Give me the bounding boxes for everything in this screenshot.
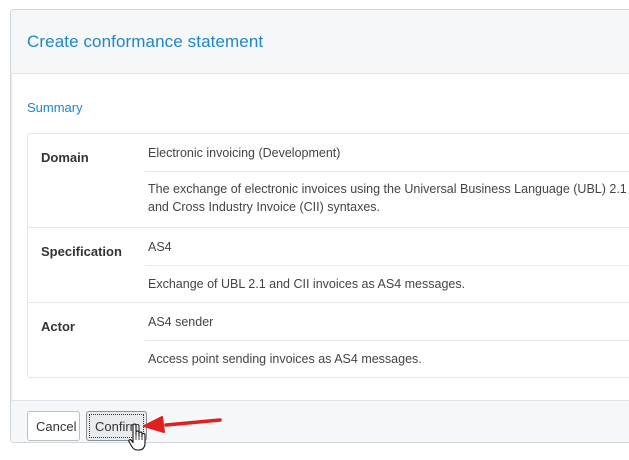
summary-table: Domain Electronic invoicing (Development… — [27, 133, 629, 378]
summary-row-specification: Specification AS4 Exchange of UBL 2.1 an… — [28, 227, 629, 302]
row-values-specification: AS4 Exchange of UBL 2.1 and CII invoices… — [145, 228, 629, 302]
row-values-actor: AS4 sender Access point sending invoices… — [145, 303, 629, 377]
panel-body: Summary Domain Electronic invoicing (Dev… — [11, 100, 629, 378]
summary-row-actor: Actor AS4 sender Access point sending in… — [28, 302, 629, 377]
row-label-actor: Actor — [41, 319, 75, 334]
domain-name: Electronic invoicing (Development) — [148, 145, 341, 160]
panel-title: Create conformance statement — [27, 31, 264, 51]
actor-description: Access point sending invoices as AS4 mes… — [145, 340, 629, 377]
actor-name: AS4 sender — [148, 314, 214, 329]
summary-row-domain: Domain Electronic invoicing (Development… — [28, 134, 629, 227]
row-label-domain: Domain — [41, 150, 89, 165]
specification-description: Exchange of UBL 2.1 and CII invoices as … — [145, 265, 629, 302]
summary-heading: Summary — [27, 100, 83, 115]
panel-footer: Cancel Confirm — [11, 400, 629, 442]
screenshot-frame: Create conformance statement Summary Dom… — [0, 0, 629, 460]
hand-cursor-icon — [128, 423, 146, 451]
cancel-button[interactable]: Cancel — [27, 411, 80, 441]
red-arrow-icon — [143, 416, 222, 433]
row-values-domain: Electronic invoicing (Development) The e… — [145, 134, 629, 227]
conformance-statement-panel: Create conformance statement Summary Dom… — [10, 9, 629, 443]
panel-header: Create conformance statement — [11, 10, 629, 74]
specification-name: AS4 — [148, 239, 172, 254]
domain-description: The exchange of electronic invoices usin… — [145, 171, 629, 227]
row-label-specification: Specification — [41, 244, 122, 259]
